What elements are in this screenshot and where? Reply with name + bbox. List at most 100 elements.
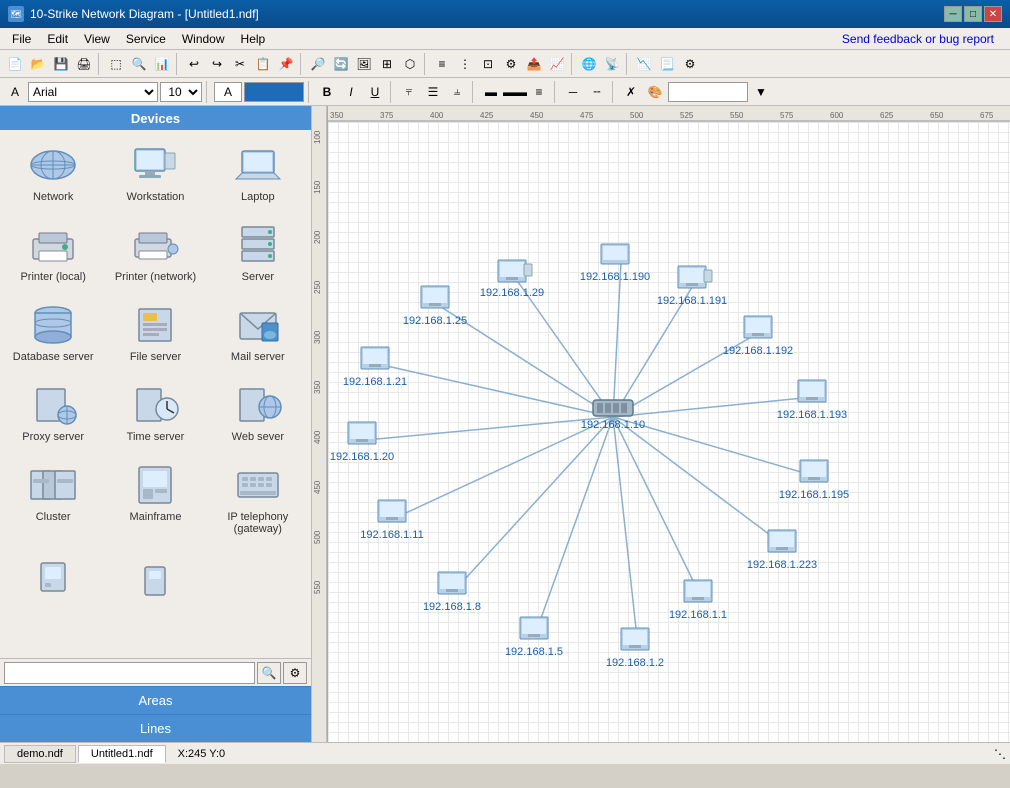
table-button[interactable]: ⊞ — [376, 53, 398, 75]
redo-button[interactable]: ↪ — [206, 53, 228, 75]
feedback-link[interactable]: Send feedback or bug report — [834, 30, 1002, 48]
font-name-select[interactable]: Arial — [28, 82, 158, 102]
search-button[interactable]: 🔍 — [257, 662, 281, 684]
line-style2[interactable]: ╌ — [586, 81, 608, 103]
fill-color-picker[interactable] — [244, 82, 304, 102]
align-right-button[interactable]: ⫨ — [446, 81, 468, 103]
device-workstation[interactable]: Workstation — [106, 134, 204, 210]
lines-button[interactable]: Lines — [0, 714, 311, 742]
menu-service[interactable]: Service — [118, 30, 174, 48]
style-btn3[interactable]: ≡ — [528, 81, 550, 103]
style-btn1[interactable]: ▬ — [480, 81, 502, 103]
color-dropdown[interactable]: ▼ — [750, 81, 772, 103]
node-192-168-1-2[interactable]: 192.168.1.2 — [606, 628, 664, 669]
device-printer-network[interactable]: Printer (network) — [106, 214, 204, 290]
font-size-select[interactable]: 10 — [160, 82, 202, 102]
device-network[interactable]: Network — [4, 134, 102, 210]
import-button[interactable]: 📊 — [151, 53, 173, 75]
device-laptop[interactable]: Laptop — [209, 134, 307, 210]
menu-file[interactable]: File — [4, 30, 39, 48]
device-cluster[interactable]: Cluster — [4, 454, 102, 542]
align-center-button[interactable]: ☰ — [422, 81, 444, 103]
device-ip-telephony[interactable]: IP telephony (gateway) — [209, 454, 307, 542]
device-time-server[interactable]: Time server — [106, 374, 204, 450]
bold-button[interactable]: B — [316, 81, 338, 103]
align-left-button[interactable]: ⫧ — [398, 81, 420, 103]
find-button[interactable]: 🔎 — [307, 53, 329, 75]
device-extra2[interactable] — [106, 546, 204, 610]
canvas-area[interactable]: 350 375 400 425 450 475 500 525 550 575 … — [312, 106, 1010, 742]
canvas-content[interactable]: 192.168.1.10 192.168.1.29 192.168.1.190 — [328, 122, 1010, 742]
node-192-168-1-5[interactable]: 192.168.1.5 — [505, 617, 563, 658]
font-color-btn[interactable]: A — [4, 81, 26, 103]
paste-button[interactable]: 📌 — [275, 53, 297, 75]
node-192-168-1-190[interactable]: 192.168.1.190 — [580, 244, 650, 283]
group-button[interactable]: ⊡ — [477, 53, 499, 75]
report-button[interactable]: 📃 — [656, 53, 678, 75]
node-192-168-1-192[interactable]: 192.168.1.192 — [723, 316, 793, 357]
zoom-button[interactable]: 🔍 — [128, 53, 150, 75]
device-web-server[interactable]: Web sever — [209, 374, 307, 450]
device-network-label: Network — [33, 191, 73, 203]
options-button[interactable]: ⚙ — [679, 53, 701, 75]
tab-untitled1[interactable]: Untitled1.ndf — [78, 745, 166, 763]
open-button[interactable]: 📂 — [27, 53, 49, 75]
shape-button[interactable]: ⬡ — [399, 53, 421, 75]
select-button[interactable]: ⬚ — [105, 53, 127, 75]
device-server[interactable]: Server — [209, 214, 307, 290]
node-192-168-1-1[interactable]: 192.168.1.1 — [669, 580, 727, 621]
device-proxy-server[interactable]: Proxy server — [4, 374, 102, 450]
device-printer-local-label: Printer (local) — [20, 271, 85, 283]
node-192-168-1-29[interactable]: 192.168.1.29 — [480, 260, 544, 299]
menu-window[interactable]: Window — [174, 30, 233, 48]
search-input[interactable] — [4, 662, 255, 684]
save-button[interactable]: 💾 — [50, 53, 72, 75]
line-style1[interactable]: ─ — [562, 81, 584, 103]
device-mainframe[interactable]: Mainframe — [106, 454, 204, 542]
node-192-168-1-223[interactable]: 192.168.1.223 — [747, 530, 817, 571]
node-192-168-1-25[interactable]: 192.168.1.25 — [403, 286, 467, 327]
replace-button[interactable]: 🔄 — [330, 53, 352, 75]
settings-toolbar-button[interactable]: ⚙ — [500, 53, 522, 75]
maximize-button[interactable]: □ — [964, 6, 982, 22]
underline-button[interactable]: U — [364, 81, 386, 103]
italic-button[interactable]: I — [340, 81, 362, 103]
fill-btn[interactable]: 🎨 — [644, 81, 666, 103]
node-192-168-1-8[interactable]: 192.168.1.8 — [423, 572, 481, 613]
device-extra1[interactable] — [4, 546, 102, 610]
cut-button[interactable]: ✂ — [229, 53, 251, 75]
chart-button[interactable]: 📉 — [633, 53, 655, 75]
menu-help[interactable]: Help — [233, 30, 274, 48]
node-192-168-1-21[interactable]: 192.168.1.21 — [343, 347, 407, 388]
device-file-server[interactable]: File server — [106, 294, 204, 370]
copy-button[interactable]: 📋 — [252, 53, 274, 75]
menu-view[interactable]: View — [76, 30, 118, 48]
distribute-button[interactable]: ⋮ — [454, 53, 476, 75]
arrow-style1[interactable]: ✗ — [620, 81, 642, 103]
text-color-button[interactable]: A — [214, 82, 242, 102]
menu-edit[interactable]: Edit — [39, 30, 76, 48]
node-192-168-1-195[interactable]: 192.168.1.195 — [779, 460, 849, 501]
device-printer-local[interactable]: Printer (local) — [4, 214, 102, 290]
areas-button[interactable]: Areas — [0, 686, 311, 714]
undo-button[interactable]: ↩ — [183, 53, 205, 75]
node-192-168-1-193[interactable]: 192.168.1.193 — [777, 380, 847, 421]
style-btn2[interactable]: ▬▬ — [504, 81, 526, 103]
tab-demo[interactable]: demo.ndf — [4, 745, 76, 763]
close-button[interactable]: ✕ — [984, 6, 1002, 22]
minimize-button[interactable]: ─ — [944, 6, 962, 22]
device-database-server[interactable]: Database server — [4, 294, 102, 370]
monitor-button[interactable]: 📡 — [601, 53, 623, 75]
node-192-168-1-20[interactable]: 192.168.1.20 — [330, 422, 394, 463]
node-192-168-1-191[interactable]: 192.168.1.191 — [657, 266, 727, 307]
device-mail-server[interactable]: Mail server — [209, 294, 307, 370]
new-button[interactable]: 📄 — [4, 53, 26, 75]
discover-button[interactable]: 🌐 — [578, 53, 600, 75]
node-192-168-1-11[interactable]: 192.168.1.11 — [360, 500, 423, 541]
export-button[interactable]: 📤 — [523, 53, 545, 75]
align-button[interactable]: ≡ — [431, 53, 453, 75]
panel-settings-button[interactable]: ⚙ — [283, 662, 307, 684]
print-button[interactable]: 🖨 — [73, 53, 95, 75]
diagram-button[interactable]: 📈 — [546, 53, 568, 75]
image-button[interactable]: 🖼 — [353, 53, 375, 75]
